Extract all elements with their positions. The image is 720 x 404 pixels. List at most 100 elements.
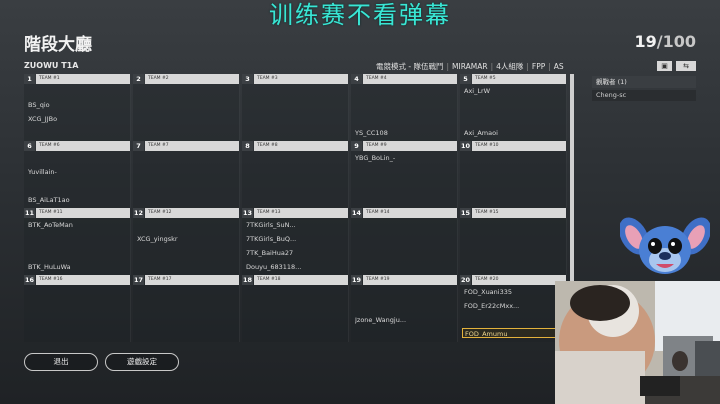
team-header: 2 TEAM #2 bbox=[133, 74, 239, 84]
player-slot[interactable]: Axi_Amaoi bbox=[464, 129, 564, 137]
team-cell[interactable]: 20 TEAM #20 FOD_Xuani335 FOD_Er22cMxx... FOD… bbox=[460, 275, 567, 342]
team-slots bbox=[242, 84, 349, 141]
team-number: 14 bbox=[351, 208, 362, 218]
swap-icon: ⇆ bbox=[683, 62, 689, 70]
team-number: 10 bbox=[460, 141, 471, 151]
team-label: TEAM #7 bbox=[145, 141, 239, 151]
team-header: 13 TEAM #13 bbox=[242, 208, 348, 218]
room-name: ZUOWU T1A bbox=[24, 61, 79, 70]
team-grid-scroll-thumb[interactable] bbox=[570, 74, 574, 314]
team-cell[interactable]: 14 TEAM #14 bbox=[351, 208, 458, 275]
player-slot[interactable]: 7TK_BaiHua27 bbox=[246, 249, 346, 257]
team-cell[interactable]: 19 TEAM #19 Jzone_Wangju... bbox=[351, 275, 458, 342]
spectator-item[interactable]: Cheng-sc bbox=[592, 90, 696, 101]
team-number: 19 bbox=[351, 275, 362, 285]
team-cell[interactable]: 6 TEAM #6 Yuvillain- BS_AiLaT1ao bbox=[24, 141, 131, 208]
team-cell[interactable]: 7 TEAM #7 bbox=[133, 141, 240, 208]
team-cell[interactable]: 5 TEAM #5 Axi_LrW Axi_Amaoi bbox=[460, 74, 567, 141]
team-number: 18 bbox=[242, 275, 253, 285]
mode-perspective: FPP bbox=[531, 62, 546, 71]
team-label: TEAM #17 bbox=[145, 275, 239, 285]
team-label: TEAM #16 bbox=[36, 275, 130, 285]
team-header: 19 TEAM #19 bbox=[351, 275, 457, 285]
lock-button[interactable]: ▣ bbox=[657, 61, 672, 71]
team-cell[interactable]: 13 TEAM #13 7TKGirls_SuN... 7TKGirls_BuQ...… bbox=[242, 208, 349, 275]
team-header: 16 TEAM #16 bbox=[24, 275, 130, 285]
team-label: TEAM #9 bbox=[363, 141, 457, 151]
team-label: TEAM #4 bbox=[363, 74, 457, 84]
team-cell[interactable]: 8 TEAM #8 bbox=[242, 141, 349, 208]
player-slot[interactable]: YS_CC108 bbox=[355, 129, 455, 137]
lobby-title: 階段大廳 bbox=[24, 35, 92, 55]
team-cell[interactable]: 10 TEAM #10 bbox=[460, 141, 567, 208]
player-slot[interactable]: BS_qio bbox=[28, 101, 128, 109]
team-label: TEAM #2 bbox=[145, 74, 239, 84]
player-slot[interactable]: FOD_Xuani335 bbox=[464, 288, 564, 296]
player-slot[interactable]: YBG_BoLin_- bbox=[355, 154, 455, 162]
team-header: 6 TEAM #6 bbox=[24, 141, 130, 151]
team-cell[interactable]: 9 TEAM #9 YBG_BoLin_- bbox=[351, 141, 458, 208]
mode-separator: | bbox=[548, 62, 551, 71]
team-cell[interactable]: 16 TEAM #16 bbox=[24, 275, 131, 342]
team-label: TEAM #6 bbox=[36, 141, 130, 151]
team-slots bbox=[460, 151, 567, 208]
team-cell[interactable]: 17 TEAM #17 bbox=[133, 275, 240, 342]
team-number: 2 bbox=[133, 74, 144, 84]
team-number: 4 bbox=[351, 74, 362, 84]
player-slot[interactable]: Yuvillain- bbox=[28, 168, 128, 176]
player-slot[interactable]: BTK_HuLuWa bbox=[28, 263, 128, 271]
team-header: 12 TEAM #12 bbox=[133, 208, 239, 218]
team-header: 4 TEAM #4 bbox=[351, 74, 457, 84]
player-slot[interactable]: Jzone_Wangju... bbox=[355, 316, 455, 324]
player-slot[interactable]: 7TKGirls_BuQ... bbox=[246, 235, 346, 243]
team-header: 5 TEAM #5 bbox=[460, 74, 566, 84]
team-grid: 1 TEAM #1 BS_qio XCG_JJBo 2 TEAM #2 3 TEAM #3 4 T… bbox=[24, 74, 568, 344]
player-slot[interactable]: FOD_Er22cMxx... bbox=[464, 302, 564, 310]
team-number: 5 bbox=[460, 74, 471, 84]
team-cell[interactable]: 15 TEAM #15 bbox=[460, 208, 567, 275]
team-number: 9 bbox=[351, 141, 362, 151]
player-slot[interactable]: XCG_JJBo bbox=[28, 115, 128, 123]
team-header: 18 TEAM #18 bbox=[242, 275, 348, 285]
team-label: TEAM #18 bbox=[254, 275, 348, 285]
player-slot-self[interactable]: FOD_Amumu bbox=[462, 328, 558, 338]
mode-bar: 電競模式 - 隊伍戰鬥 | MIRAMAR | 4人組隊 | FPP | AS bbox=[376, 61, 564, 72]
team-label: TEAM #5 bbox=[472, 74, 566, 84]
exit-button[interactable]: 退出 bbox=[24, 353, 98, 371]
team-cell[interactable]: 1 TEAM #1 BS_qio XCG_JJBo bbox=[24, 74, 131, 141]
player-slot[interactable]: Axi_LrW bbox=[464, 87, 564, 95]
team-cell[interactable]: 2 TEAM #2 bbox=[133, 74, 240, 141]
team-number: 7 bbox=[133, 141, 144, 151]
player-slot[interactable]: Douyu_683118... bbox=[246, 263, 346, 271]
team-cell[interactable]: 11 TEAM #11 BTK_AoTeMan BTK_HuLuWa bbox=[24, 208, 131, 275]
team-label: TEAM #19 bbox=[363, 275, 457, 285]
mode-squad: 4人組隊 bbox=[496, 62, 524, 71]
game-settings-button[interactable]: 遊戲設定 bbox=[105, 353, 179, 371]
player-slot[interactable]: XCG_yingskr bbox=[137, 235, 237, 243]
player-count-current: 19 bbox=[634, 32, 657, 51]
team-cell[interactable]: 4 TEAM #4 YS_CC108 bbox=[351, 74, 458, 141]
team-slots bbox=[242, 151, 349, 208]
swap-button[interactable]: ⇆ bbox=[676, 61, 696, 71]
team-number: 15 bbox=[460, 208, 471, 218]
player-slot[interactable]: BTK_AoTeMan bbox=[28, 221, 128, 229]
team-header: 3 TEAM #3 bbox=[242, 74, 348, 84]
team-header: 7 TEAM #7 bbox=[133, 141, 239, 151]
team-number: 1 bbox=[24, 74, 35, 84]
team-slots bbox=[133, 151, 240, 208]
team-header: 9 TEAM #9 bbox=[351, 141, 457, 151]
team-header: 8 TEAM #8 bbox=[242, 141, 348, 151]
player-slot[interactable]: 7TKGirls_SuN... bbox=[246, 221, 346, 229]
team-header: 1 TEAM #1 bbox=[24, 74, 130, 84]
team-cell[interactable]: 12 TEAM #12 XCG_yingskr bbox=[133, 208, 240, 275]
team-label: TEAM #8 bbox=[254, 141, 348, 151]
team-number: 3 bbox=[242, 74, 253, 84]
mode-map: MIRAMAR bbox=[452, 62, 488, 71]
team-slots bbox=[351, 285, 458, 342]
player-slot[interactable]: BS_AiLaT1ao bbox=[28, 196, 128, 204]
team-cell[interactable]: 3 TEAM #3 bbox=[242, 74, 349, 141]
team-number: 12 bbox=[133, 208, 144, 218]
team-header: 14 TEAM #14 bbox=[351, 208, 457, 218]
team-cell[interactable]: 18 TEAM #18 bbox=[242, 275, 349, 342]
lock-icon: ▣ bbox=[661, 62, 668, 70]
